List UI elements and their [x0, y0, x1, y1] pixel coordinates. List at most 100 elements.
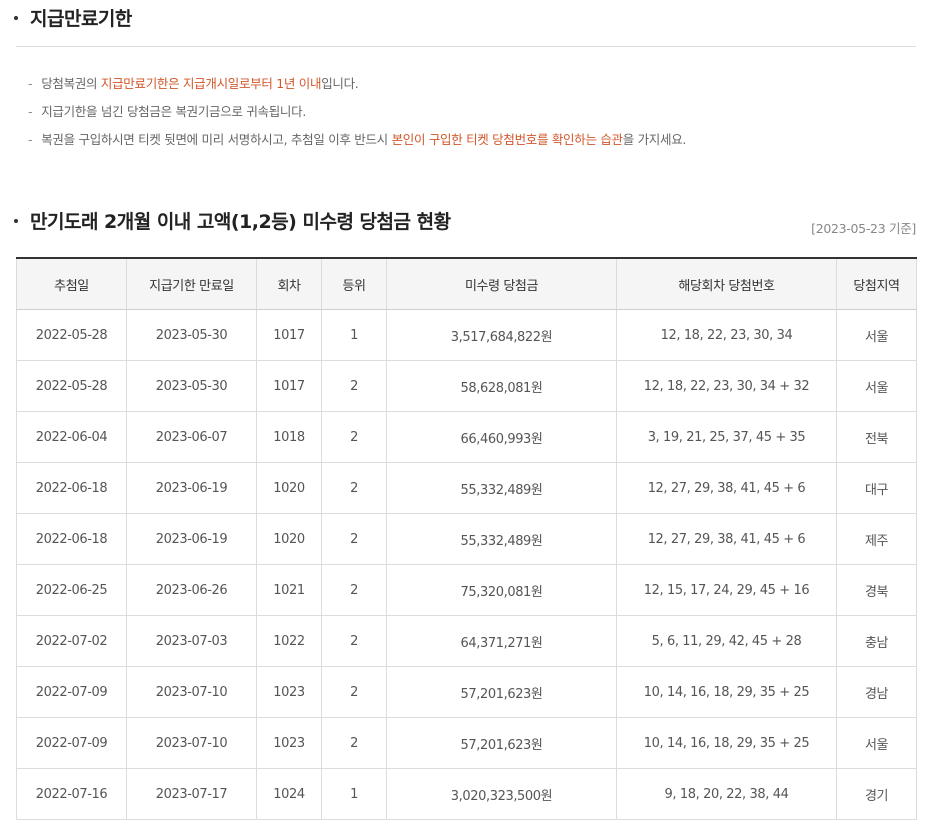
cell-draw-date: 2022-06-18 — [16, 513, 127, 565]
cell-round: 1018 — [256, 411, 322, 463]
cell-round: 1020 — [256, 513, 322, 565]
cell-expiry-date: 2023-07-03 — [126, 615, 257, 667]
cell-region: 충남 — [836, 615, 917, 667]
cell-region: 서울 — [836, 360, 917, 412]
notice-item: - 당첨복권의 지급만료기한은 지급개시일로부터 1년 이내입니다. — [28, 74, 686, 102]
table-row: 2022-06-18 2023-06-19 1020 2 55,332,489원 12, … — [16, 513, 917, 565]
table-row: 2022-06-04 2023-06-07 1018 2 66,460,993원 3, 1… — [16, 411, 917, 463]
col-header-region: 당첨지역 — [836, 257, 917, 310]
cell-expiry-date: 2023-07-10 — [126, 717, 257, 769]
cell-expiry-date: 2023-06-07 — [126, 411, 257, 463]
cell-unclaimed-amount: 66,460,993원 — [386, 411, 617, 463]
notice-text: 을 가지세요. — [622, 132, 687, 147]
cell-expiry-date: 2023-07-17 — [126, 768, 257, 820]
cell-region: 제주 — [836, 513, 917, 565]
cell-rank: 2 — [321, 666, 387, 718]
cell-round: 1023 — [256, 666, 322, 718]
cell-winning-numbers: 10, 14, 16, 18, 29, 35 + 25 — [616, 666, 837, 718]
cell-expiry-date: 2023-07-10 — [126, 666, 257, 718]
cell-winning-numbers: 12, 27, 29, 38, 41, 45 + 6 — [616, 513, 837, 565]
cell-winning-numbers: 12, 27, 29, 38, 41, 45 + 6 — [616, 462, 837, 514]
col-header-winning-numbers: 해당회차 당첨번호 — [616, 257, 837, 310]
section-title-expiry: 지급만료기한 — [14, 4, 132, 31]
base-date-label: [2023-05-23 기준] — [811, 221, 916, 236]
col-header-round: 회차 — [256, 257, 322, 310]
dash-bullet-icon: - — [28, 76, 33, 91]
notice-highlight-text: 지급만료기한은 지급개시일로부터 1년 이내 — [100, 76, 322, 91]
col-header-expiry-date: 지급기한 만료일 — [126, 257, 257, 310]
cell-draw-date: 2022-07-09 — [16, 717, 127, 769]
section-title-unclaimed: 만기도래 2개월 이내 고액(1,2등) 미수령 당첨금 현황 — [14, 207, 451, 234]
notice-list: - 당첨복권의 지급만료기한은 지급개시일로부터 1년 이내입니다. - 지급기한을 … — [28, 74, 686, 158]
cell-region: 경남 — [836, 666, 917, 718]
table-row: 2022-07-09 2023-07-10 1023 2 57,201,623원 10, … — [16, 717, 917, 769]
cell-unclaimed-amount: 58,628,081원 — [386, 360, 617, 412]
table-row: 2022-05-28 2023-05-30 1017 1 3,517,684,822원 1… — [16, 309, 917, 361]
cell-unclaimed-amount: 57,201,623원 — [386, 666, 617, 718]
divider — [16, 46, 916, 47]
notice-item: - 복권을 구입하시면 티켓 뒷면에 미리 서명하시고, 추첨일 이후 반드시 본… — [28, 130, 686, 158]
table-row: 2022-05-28 2023-05-30 1017 2 58,628,081원 12, … — [16, 360, 917, 412]
table-row: 2022-07-09 2023-07-10 1023 2 57,201,623원 10, … — [16, 666, 917, 718]
table-row: 2022-06-18 2023-06-19 1020 2 55,332,489원 12, … — [16, 462, 917, 514]
cell-rank: 2 — [321, 513, 387, 565]
dash-bullet-icon: - — [28, 104, 33, 119]
cell-unclaimed-amount: 3,517,684,822원 — [386, 309, 617, 361]
cell-region: 서울 — [836, 717, 917, 769]
cell-draw-date: 2022-07-16 — [16, 768, 127, 820]
cell-rank: 2 — [321, 411, 387, 463]
table-row: 2022-06-25 2023-06-26 1021 2 75,320,081원 12, … — [16, 564, 917, 616]
cell-unclaimed-amount: 75,320,081원 — [386, 564, 617, 616]
cell-region: 경북 — [836, 564, 917, 616]
unclaimed-prize-table: 추첨일 지급기한 만료일 회차 등위 미수령 당첨금 해당회차 당첨번호 당첨지… — [16, 257, 917, 820]
cell-winning-numbers: 3, 19, 21, 25, 37, 45 + 35 — [616, 411, 837, 463]
cell-draw-date: 2022-06-04 — [16, 411, 127, 463]
cell-expiry-date: 2023-06-19 — [126, 513, 257, 565]
table-row: 2022-07-02 2023-07-03 1022 2 64,371,271원 5, 6… — [16, 615, 917, 667]
cell-rank: 1 — [321, 309, 387, 361]
cell-draw-date: 2022-07-09 — [16, 666, 127, 718]
cell-region: 서울 — [836, 309, 917, 361]
cell-rank: 2 — [321, 360, 387, 412]
cell-draw-date: 2022-05-28 — [16, 360, 127, 412]
cell-expiry-date: 2023-05-30 — [126, 360, 257, 412]
cell-rank: 1 — [321, 768, 387, 820]
cell-winning-numbers: 9, 18, 20, 22, 38, 44 — [616, 768, 837, 820]
cell-round: 1022 — [256, 615, 322, 667]
table-body: 2022-05-28 2023-05-30 1017 1 3,517,684,822원 1… — [16, 309, 917, 820]
bullet-dot-icon — [14, 218, 18, 223]
page: 지급만료기한 - 당첨복권의 지급만료기한은 지급개시일로부터 1년 이내입니다.… — [0, 0, 929, 831]
cell-winning-numbers: 10, 14, 16, 18, 29, 35 + 25 — [616, 717, 837, 769]
cell-draw-date: 2022-06-18 — [16, 462, 127, 514]
cell-round: 1017 — [256, 360, 322, 412]
cell-draw-date: 2022-07-02 — [16, 615, 127, 667]
cell-round: 1017 — [256, 309, 322, 361]
cell-rank: 2 — [321, 717, 387, 769]
col-header-rank: 등위 — [321, 257, 387, 310]
cell-expiry-date: 2023-05-30 — [126, 309, 257, 361]
cell-region: 전북 — [836, 411, 917, 463]
cell-draw-date: 2022-05-28 — [16, 309, 127, 361]
notice-item: - 지급기한을 넘긴 당첨금은 복권기금으로 귀속됩니다. — [28, 102, 686, 130]
table-header-row: 추첨일 지급기한 만료일 회차 등위 미수령 당첨금 해당회차 당첨번호 당첨지… — [16, 257, 917, 310]
cell-unclaimed-amount: 64,371,271원 — [386, 615, 617, 667]
cell-unclaimed-amount: 55,332,489원 — [386, 462, 617, 514]
notice-highlight-text: 본인이 구입한 티켓 당첨번호를 확인하는 습관 — [391, 132, 623, 147]
cell-rank: 2 — [321, 564, 387, 616]
cell-expiry-date: 2023-06-26 — [126, 564, 257, 616]
cell-rank: 2 — [321, 462, 387, 514]
cell-rank: 2 — [321, 615, 387, 667]
cell-expiry-date: 2023-06-19 — [126, 462, 257, 514]
col-header-unclaimed-amount: 미수령 당첨금 — [386, 257, 617, 310]
cell-unclaimed-amount: 55,332,489원 — [386, 513, 617, 565]
cell-region: 대구 — [836, 462, 917, 514]
section-title-text: 만기도래 2개월 이내 고액(1,2등) 미수령 당첨금 현황 — [30, 211, 451, 233]
notice-text: 입니다. — [321, 76, 359, 91]
notice-text: 지급기한을 넘긴 당첨금은 복권기금으로 귀속됩니다. — [41, 104, 306, 119]
bullet-dot-icon — [14, 15, 18, 20]
dash-bullet-icon: - — [28, 132, 33, 147]
section-title-text: 지급만료기한 — [30, 8, 132, 30]
cell-round: 1023 — [256, 717, 322, 769]
cell-unclaimed-amount: 3,020,323,500원 — [386, 768, 617, 820]
cell-winning-numbers: 12, 18, 22, 23, 30, 34 + 32 — [616, 360, 837, 412]
